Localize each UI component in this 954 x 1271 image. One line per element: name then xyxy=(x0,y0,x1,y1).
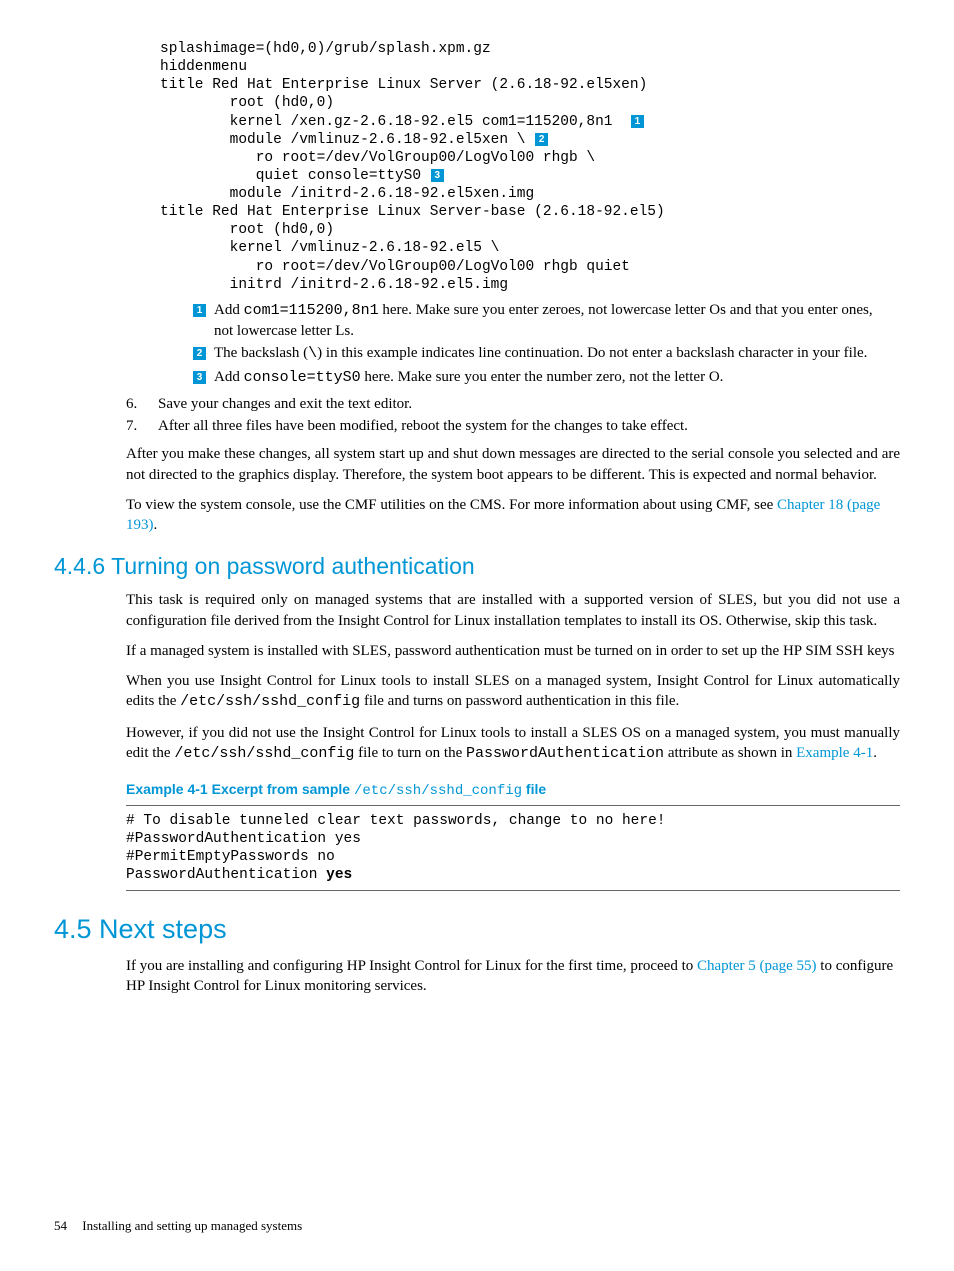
callout-3-ref-icon: 3 xyxy=(193,371,206,384)
sec45-para-1: If you are installing and configuring HP… xyxy=(126,956,900,997)
example-rule-bottom xyxy=(126,890,900,891)
callout-1-icon: 1 xyxy=(631,115,644,128)
sec46-para-2: If a managed system is installed with SL… xyxy=(126,641,900,661)
callout-1-ref-icon: 1 xyxy=(193,304,206,317)
heading-4-5: 4.5 Next steps xyxy=(54,911,900,947)
page-footer: 54 Installing and setting up managed sys… xyxy=(54,1217,302,1235)
annotation-3: 3 Add console=ttyS0 here. Make sure you … xyxy=(192,367,900,388)
procedure-steps: 6.Save your changes and exit the text ed… xyxy=(126,394,900,437)
callout-2-icon: 2 xyxy=(535,133,548,146)
example-rule-top xyxy=(126,805,900,806)
step-7: 7.After all three files have been modifi… xyxy=(126,416,900,436)
grub-config-code: splashimage=(hd0,0)/grub/splash.xpm.gz h… xyxy=(160,40,900,294)
page-number: 54 xyxy=(54,1218,79,1233)
link-chapter-5[interactable]: Chapter 5 (page 55) xyxy=(697,958,817,974)
callout-3-icon: 3 xyxy=(431,169,444,182)
heading-4-4-6: 4.4.6 Turning on password authentication xyxy=(54,551,900,582)
callout-annotations: 1 Add com1=115200,8n1 here. Make sure yo… xyxy=(192,300,900,388)
footer-chapter-title: Installing and setting up managed system… xyxy=(82,1218,302,1233)
callout-2-ref-icon: 2 xyxy=(193,347,206,360)
annotation-1: 1 Add com1=115200,8n1 here. Make sure yo… xyxy=(192,300,900,342)
link-example-4-1[interactable]: Example 4-1 xyxy=(796,745,873,761)
example-4-1-title: Example 4-1 Excerpt from sample /etc/ssh… xyxy=(126,780,900,801)
paragraph-after-changes: After you make these changes, all system… xyxy=(126,444,900,485)
example-4-1-code: # To disable tunneled clear text passwor… xyxy=(126,812,900,885)
annotation-2: 2 The backslash (\) in this example indi… xyxy=(192,343,900,364)
sec46-para-1: This task is required only on managed sy… xyxy=(126,590,900,631)
step-6: 6.Save your changes and exit the text ed… xyxy=(126,394,900,414)
sec46-para-4: However, if you did not use the Insight … xyxy=(126,723,900,765)
paragraph-cmf: To view the system console, use the CMF … xyxy=(126,495,900,536)
sec46-para-3: When you use Insight Control for Linux t… xyxy=(126,671,900,713)
